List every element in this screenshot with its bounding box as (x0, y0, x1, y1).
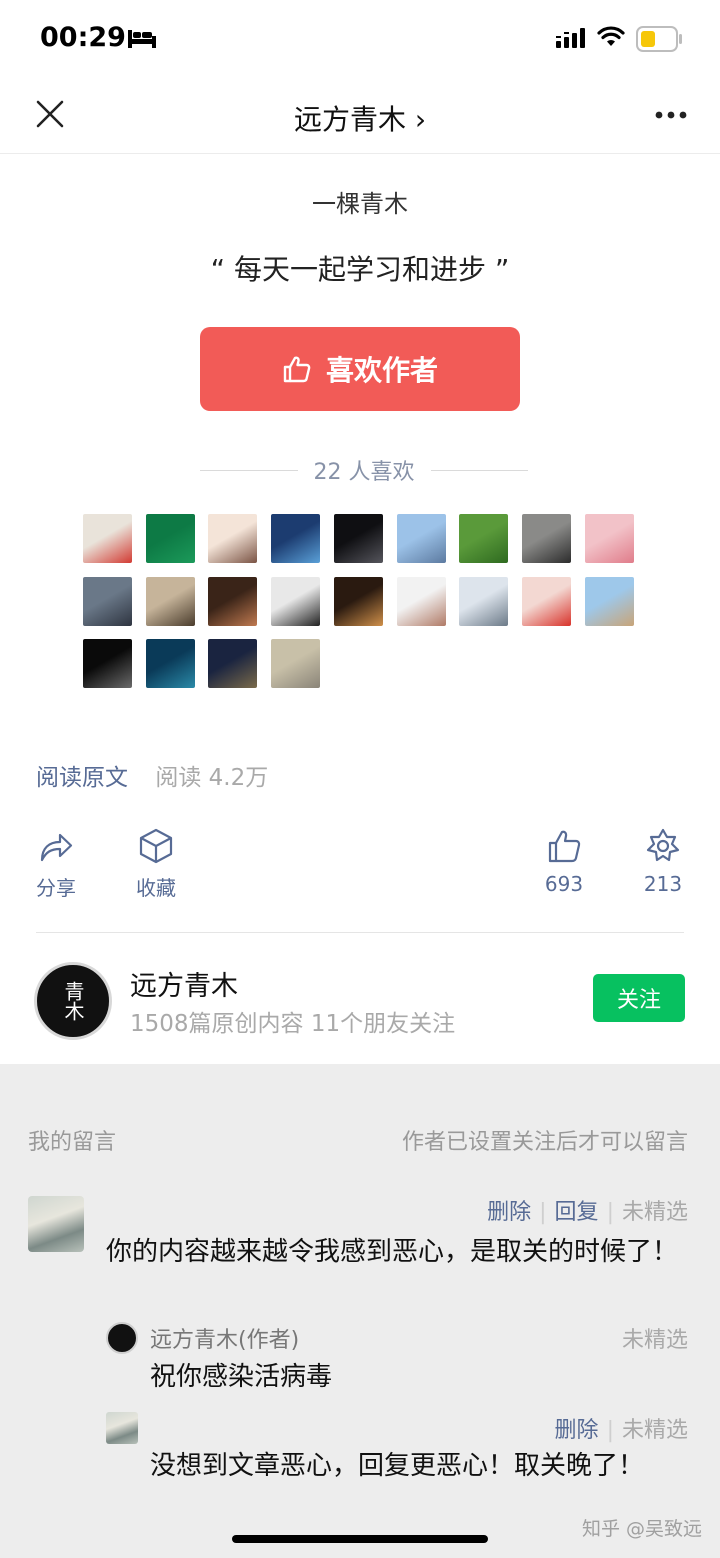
wow-button[interactable]: 213 (623, 828, 703, 896)
like-count: 693 (544, 872, 584, 896)
liker-avatar[interactable] (271, 514, 321, 563)
comment-permission-note: 作者已设置关注后才可以留言 (401, 1130, 688, 1155)
share-label: 分享 (36, 876, 76, 900)
author-reply-status: 未精选 (621, 1328, 688, 1353)
comment-text: 你的内容越来越令我感到恶心，是取关的时候了！ (106, 1237, 679, 1267)
liker-avatar[interactable] (208, 514, 258, 563)
liker-avatar[interactable] (145, 514, 195, 563)
wifi-icon (597, 26, 625, 46)
liker-avatar[interactable] (396, 576, 446, 626)
liker-avatar[interactable] (584, 576, 634, 626)
author-reply-name: 远方青木(作者) (150, 1328, 300, 1353)
navigation-bar: 远方青木 › (0, 80, 720, 154)
cellular-signal-icon (556, 28, 585, 48)
battery-icon (636, 26, 682, 52)
liker-avatar[interactable] (145, 639, 195, 688)
liker-avatar[interactable] (271, 639, 321, 688)
collect-button[interactable]: 收藏 (116, 828, 196, 901)
likes-count-row: 22 人喜欢 (200, 455, 528, 485)
like-button[interactable]: 693 (524, 828, 604, 896)
account-card[interactable]: 青木 远方青木 1508篇原创内容 11个朋友关注 关注 (0, 960, 720, 1040)
liker-avatar[interactable] (145, 576, 195, 626)
wow-count: 213 (643, 872, 683, 896)
separator: | (539, 1200, 547, 1225)
section-divider (36, 932, 684, 933)
comment-actions: 删除 | 回复 | 未精选 (487, 1194, 688, 1226)
more-options-icon[interactable] (654, 110, 688, 120)
my-comments-title: 我的留言 (28, 1130, 117, 1155)
divider-line-left (200, 469, 298, 471)
watermark: 知乎 @吴致远 (581, 1518, 702, 1540)
author-reply-avatar (106, 1322, 138, 1354)
commenter-avatar (28, 1196, 84, 1252)
liker-avatar[interactable] (459, 576, 509, 626)
liker-avatar[interactable] (584, 514, 634, 563)
article-actions: 分享 收藏 693 213 (0, 828, 720, 908)
comments-section: 我的留言 作者已设置关注后才可以留言 删除 | 回复 | 未精选 你的内容越来越令我感到… (0, 1064, 720, 1558)
author-reply-text: 祝你感染活病毒 (150, 1362, 333, 1392)
home-indicator (232, 1535, 488, 1543)
read-count: 阅读 4.2万 (155, 765, 269, 791)
liker-avatar[interactable] (208, 639, 258, 688)
liker-avatar[interactable] (459, 514, 509, 563)
liker-avatar[interactable] (208, 576, 258, 626)
liker-avatar[interactable] (396, 514, 446, 563)
author-subtitle: 一棵青木 (312, 190, 408, 218)
account-avatar[interactable]: 青木 (34, 962, 112, 1040)
status-time: 00:29 (40, 22, 126, 53)
like-author-label: 喜欢作者 (325, 354, 438, 387)
liker-avatar[interactable] (83, 514, 132, 563)
thumbs-up-icon (283, 356, 311, 383)
liker-avatar[interactable] (521, 514, 571, 563)
divider-line-right (430, 469, 528, 471)
user-reply-actions: 删除 | 未精选 (555, 1412, 688, 1444)
user-reply-text: 没想到文章恶心，回复更恶心！取关晚了！ (150, 1451, 645, 1481)
liker-avatar[interactable] (83, 639, 132, 688)
read-row: 阅读原文 阅读 4.2万 (36, 758, 268, 792)
liker-avatar[interactable] (271, 576, 321, 626)
comment-status: 未精选 (621, 1200, 688, 1225)
share-icon (40, 833, 73, 862)
collect-label: 收藏 (136, 876, 176, 900)
nav-title-account-link[interactable]: 远方青木 › (0, 98, 720, 138)
author-quote: “ 每天一起学习和进步 ” (210, 253, 510, 286)
user-reply-status: 未精选 (621, 1418, 688, 1443)
sleep-icon (128, 30, 156, 48)
share-button[interactable]: 分享 (16, 828, 96, 901)
account-name: 远方青木 (130, 971, 238, 1002)
account-avatar-text: 青木 (61, 981, 85, 1021)
liker-avatar[interactable] (521, 576, 571, 626)
reply-comment-button[interactable]: 回复 (555, 1200, 599, 1225)
read-original-link[interactable]: 阅读原文 (36, 765, 128, 791)
status-bar: 00:29 (0, 0, 720, 80)
follow-button[interactable]: 关注 (593, 974, 685, 1022)
thumbs-up-icon (548, 830, 581, 863)
wow-star-icon (646, 828, 680, 862)
liker-avatar[interactable] (83, 576, 132, 626)
liker-avatar[interactable] (333, 514, 383, 563)
delete-reply-button[interactable]: 删除 (555, 1418, 599, 1443)
cube-icon (139, 828, 173, 864)
separator: | (606, 1418, 614, 1443)
account-meta: 1508篇原创内容 11个朋友关注 (130, 1011, 456, 1037)
delete-comment-button[interactable]: 删除 (487, 1200, 531, 1225)
like-author-button[interactable]: 喜欢作者 (200, 327, 520, 411)
separator: | (606, 1200, 614, 1225)
user-reply-avatar (106, 1412, 138, 1444)
liker-avatar[interactable] (333, 576, 383, 626)
likes-count: 22 人喜欢 (313, 460, 415, 485)
